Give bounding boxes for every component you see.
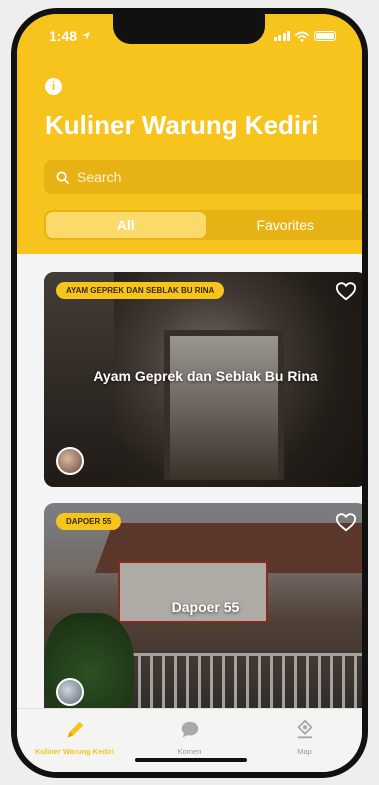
heart-icon[interactable] [335, 511, 357, 533]
avatar [56, 447, 84, 475]
cellular-signal-icon [273, 31, 290, 41]
restaurant-card[interactable]: AYAM GEPREK DAN SEBLAK BU RINA Ayam Gepr… [44, 272, 362, 487]
tab-kuliner[interactable]: Kuliner Warung Kediri [17, 709, 132, 772]
tab-map[interactable]: Map [247, 709, 362, 772]
wifi-icon [295, 31, 309, 42]
segment-all[interactable]: All [46, 212, 206, 238]
filter-segmented-control: All Favorites [44, 210, 362, 240]
tab-komen[interactable]: Komen [132, 709, 247, 772]
tab-label: Map [297, 747, 312, 756]
status-time-text: 1:48 [49, 28, 78, 44]
map-pin-icon [297, 719, 312, 739]
chat-bubble-icon [181, 721, 198, 738]
pencil-icon [67, 721, 83, 738]
status-time: 1:48 [49, 28, 91, 44]
heart-icon[interactable] [335, 280, 357, 302]
search-icon [56, 171, 69, 184]
page-title: Kuliner Warung Kediri [45, 110, 319, 140]
home-indicator [135, 758, 247, 762]
tab-label: Komen [177, 747, 202, 756]
app-screen: i Kuliner Warung Kediri All Favorites 1:… [17, 14, 362, 772]
card-tag: AYAM GEPREK DAN SEBLAK BU RINA [56, 282, 225, 299]
card-title: Ayam Geprek dan Seblak Bu Rina [93, 368, 318, 384]
tab-bar: Kuliner Warung Kediri Komen Map [17, 708, 362, 772]
tab-label: Kuliner Warung Kediri [35, 747, 114, 756]
avatar [56, 678, 84, 706]
phone-frame: i Kuliner Warung Kediri All Favorites 1:… [11, 8, 368, 778]
info-icon[interactable]: i [45, 78, 62, 95]
search-input[interactable] [77, 169, 337, 185]
notch [113, 14, 265, 44]
card-title: Dapoer 55 [171, 599, 240, 615]
battery-icon [314, 31, 336, 41]
location-arrow-icon [82, 32, 91, 40]
status-icons [273, 31, 336, 42]
card-tag: DAPOER 55 [56, 513, 122, 530]
search-bar[interactable] [44, 160, 362, 194]
segment-favorites[interactable]: Favorites [206, 212, 363, 238]
restaurant-card[interactable]: DAPOER 55 Dapoer 55 [44, 503, 362, 718]
